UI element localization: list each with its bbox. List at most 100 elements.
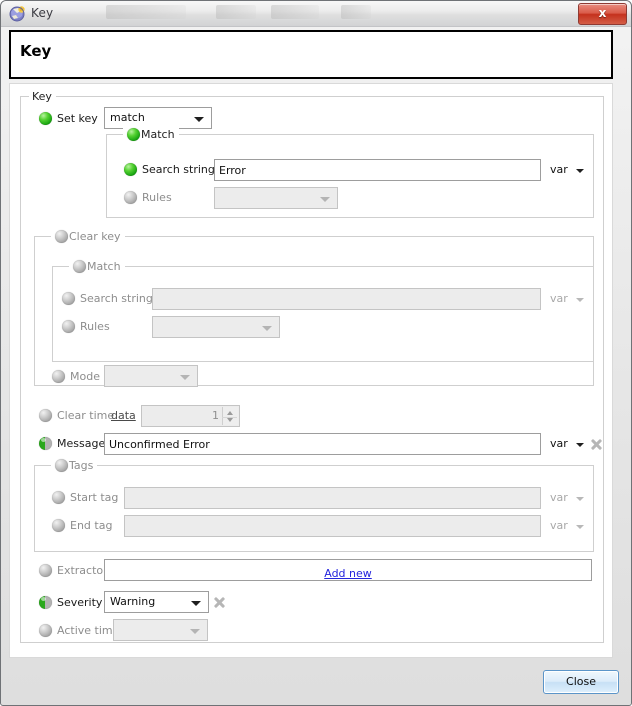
chevron-down-icon [576,525,584,529]
start-tag-input[interactable] [124,487,541,509]
set-rules-label: Rules [142,191,172,204]
title-ghost-4 [341,5,371,19]
chevron-down-icon [191,601,201,606]
set-key-combo-value: match [110,111,145,124]
chevron-down-icon [180,375,190,380]
set-rules-combo[interactable] [214,187,338,209]
clear-time-data-link[interactable]: data [111,409,136,422]
group-clear-match: Match [52,260,594,362]
active-time-label: Active time [57,624,120,637]
title-ghost-2 [216,5,256,19]
message-led[interactable] [39,436,52,450]
group-key-title: Key [29,90,56,103]
set-search-string-var-dropdown[interactable]: var [550,160,592,180]
extractors-add-new-link[interactable]: Add new [105,564,591,584]
severity-led[interactable] [39,595,52,609]
set-search-string-label: Search string [142,163,215,176]
chevron-down-icon [262,326,272,331]
tags-led[interactable] [55,459,68,472]
page-title: Key [20,42,52,60]
close-button[interactable]: Close [543,670,619,694]
led-indicator [124,162,137,176]
var-label: var [550,491,568,504]
mode-combo[interactable] [104,365,198,387]
message-clear-icon[interactable] [590,438,603,451]
mode-label: Mode [70,370,100,383]
extractors-led[interactable] [39,563,52,577]
clear-search-string-led[interactable] [62,291,75,305]
spinner-up-icon[interactable] [227,411,233,415]
chevron-down-icon [576,443,584,447]
end-tag-var-dropdown[interactable]: var [550,516,592,536]
chevron-down-icon [576,497,584,501]
severity-label: Severity [57,596,103,609]
led-indicator [62,291,75,305]
message-var-dropdown[interactable]: var [550,434,592,454]
var-label: var [550,292,568,305]
clear-time-label: Clear time [57,409,115,422]
led-indicator [39,408,52,422]
chevron-down-icon [320,197,330,202]
content-area: Key Set key match Match Search string va… [9,83,613,658]
header-panel: Key [9,30,613,79]
var-label: var [550,163,568,176]
set-rules-led[interactable] [124,190,137,204]
clear-search-string-label: Search string [80,292,153,305]
extractors-field[interactable]: Add new [104,559,592,581]
active-time-led[interactable] [39,623,52,637]
led-indicator [39,623,52,637]
window-title: Key [31,6,54,20]
spinner-buttons[interactable] [222,407,238,425]
set-key-led[interactable] [39,111,52,125]
led-indicator [39,111,52,125]
led-indicator [52,518,65,532]
set-key-label: Set key [57,112,98,125]
var-label: var [550,437,568,450]
button-bar: Close [1,660,631,705]
clear-key-led[interactable] [55,230,68,243]
end-tag-label: End tag [70,519,113,532]
title-ghost-1 [106,5,186,19]
led-indicator [39,436,52,450]
mode-led[interactable] [52,369,65,383]
chevron-down-icon [190,629,200,634]
end-tag-input[interactable] [124,515,541,537]
severity-combo-value: Warning [110,595,156,608]
spinner-down-icon[interactable] [227,418,233,422]
set-search-string-input[interactable] [214,159,541,181]
clear-time-spinner[interactable]: 1 [141,405,240,427]
clear-rules-label: Rules [80,320,110,333]
start-tag-var-dropdown[interactable]: var [550,488,592,508]
active-time-combo[interactable] [113,619,208,641]
chevron-down-icon [194,117,204,122]
end-tag-led[interactable] [52,518,65,532]
severity-clear-icon[interactable] [213,596,226,609]
start-tag-label: Start tag [70,491,119,504]
clear-time-value: 1 [212,409,219,422]
clear-rules-led[interactable] [62,319,75,333]
led-indicator [39,595,52,609]
clear-rules-combo[interactable] [152,316,280,338]
clear-time-led[interactable] [39,408,52,422]
clear-match-led[interactable] [73,260,86,273]
severity-combo[interactable]: Warning [104,591,209,613]
led-indicator [52,490,65,504]
globe-icon [9,6,25,22]
clear-search-string-var-dropdown[interactable]: var [550,289,592,309]
chevron-down-icon [576,169,584,173]
window-close-button[interactable]: x [578,3,627,25]
set-key-combo[interactable]: match [104,107,212,129]
key-dialog-window: Key x Key Key Set key match Match Search… [0,0,632,706]
chevron-down-icon [576,298,584,302]
message-label: Message [57,437,106,450]
start-tag-led[interactable] [52,490,65,504]
led-indicator [52,369,65,383]
set-search-string-led[interactable] [124,162,137,176]
set-match-led[interactable] [127,128,140,141]
var-label: var [550,519,568,532]
close-icon: x [598,6,607,20]
message-input[interactable] [104,433,541,455]
led-indicator [62,319,75,333]
clear-search-string-input[interactable] [152,288,541,310]
led-indicator [124,190,137,204]
